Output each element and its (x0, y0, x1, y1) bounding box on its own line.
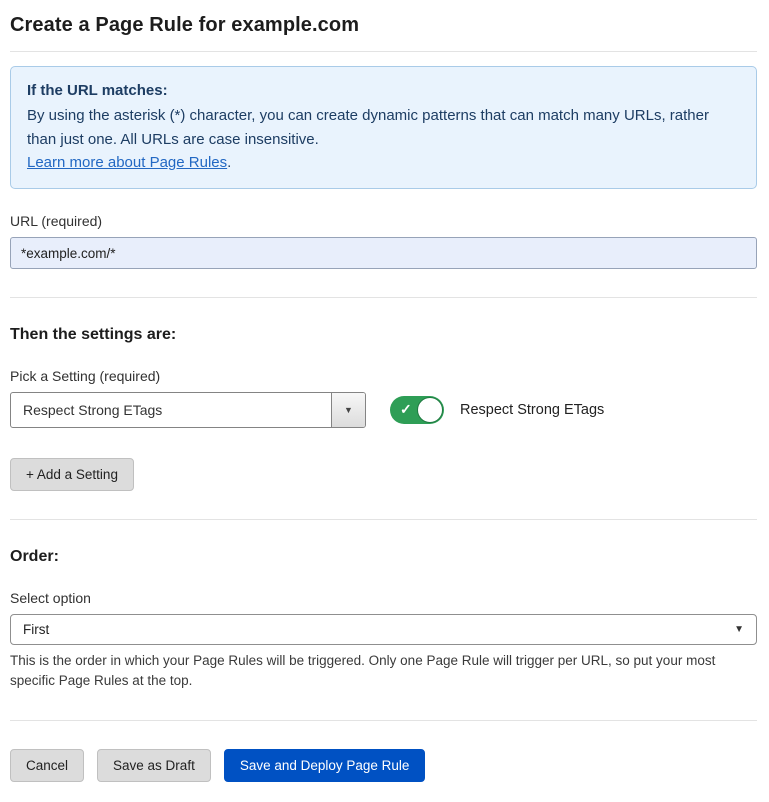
order-heading: Order: (10, 548, 757, 566)
url-label: URL (required) (10, 213, 757, 229)
toggle-label: Respect Strong ETags (460, 402, 604, 418)
save-and-deploy-button[interactable]: Save and Deploy Page Rule (224, 749, 426, 782)
setting-select[interactable]: Respect Strong ETags ▼ (10, 392, 366, 428)
save-as-draft-button[interactable]: Save as Draft (97, 749, 211, 782)
etags-toggle[interactable]: ✓ (390, 396, 444, 424)
setting-select-value: Respect Strong ETags (11, 402, 162, 418)
setting-row: Respect Strong ETags ▼ ✓ Respect Strong … (10, 392, 757, 428)
check-icon: ✓ (400, 401, 412, 418)
toggle-knob (417, 397, 443, 423)
chevron-down-icon: ▼ (734, 624, 744, 635)
add-setting-button[interactable]: + Add a Setting (10, 458, 134, 491)
info-box-heading: If the URL matches: (27, 79, 740, 102)
info-box-link-line: Learn more about Page Rules. (27, 151, 740, 174)
learn-more-link[interactable]: Learn more about Page Rules (27, 154, 227, 171)
link-period: . (227, 154, 231, 171)
info-box-body: By using the asterisk (*) character, you… (27, 104, 740, 151)
divider (10, 519, 757, 520)
page-title: Create a Page Rule for example.com (10, 10, 757, 51)
page-rule-form: Create a Page Rule for example.com If th… (0, 0, 769, 802)
settings-heading: Then the settings are: (10, 326, 757, 344)
url-match-info-box: If the URL matches: By using the asteris… (10, 66, 757, 189)
chevron-down-icon: ▼ (344, 405, 353, 415)
divider (10, 720, 757, 721)
order-help-text: This is the order in which your Page Rul… (10, 651, 757, 692)
form-actions: Cancel Save as Draft Save and Deploy Pag… (10, 749, 757, 782)
url-input[interactable] (10, 237, 757, 269)
cancel-button[interactable]: Cancel (10, 749, 84, 782)
divider (10, 51, 757, 52)
divider (10, 297, 757, 298)
order-select[interactable]: First ▼ (10, 614, 757, 645)
pick-setting-label: Pick a Setting (required) (10, 368, 757, 384)
setting-select-dropdown-button[interactable]: ▼ (331, 393, 365, 427)
order-select-label: Select option (10, 590, 757, 606)
order-select-value: First (23, 622, 49, 637)
